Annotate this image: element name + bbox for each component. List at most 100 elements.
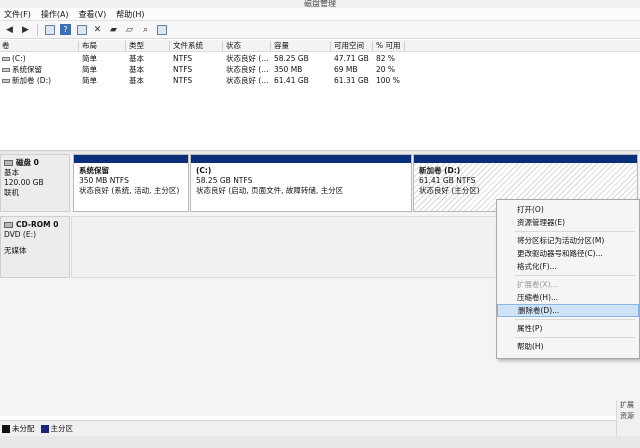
volume-pct-free: 100 % (376, 76, 400, 85)
menu-action[interactable]: 操作(A) (41, 9, 69, 20)
delete-icon[interactable]: ✕ (91, 23, 104, 36)
menu-item-format[interactable]: 格式化(F)... (497, 260, 639, 273)
open-icon[interactable]: ▱ (123, 23, 136, 36)
menu-item-extend-volume[interactable]: 扩展卷(X)... (497, 278, 639, 291)
volume-capacity: 61.41 GB (274, 76, 309, 85)
menu-item-help[interactable]: 帮助(H) (497, 340, 639, 353)
status-bar (0, 436, 640, 448)
volume-free: 61.31 GB (334, 76, 369, 85)
partition-size: 350 MB NTFS (79, 176, 129, 185)
actions-pane-peek: 扩展 资源 (616, 400, 640, 436)
menu-file[interactable]: 文件(F) (4, 9, 31, 20)
menu-item-delete-volume[interactable]: 删除卷(D)... (497, 304, 639, 317)
toolbar-separator (37, 23, 38, 36)
volume-icon (2, 79, 10, 83)
menu-separator (515, 319, 635, 320)
menu-item-open[interactable]: 打开(O) (497, 203, 639, 216)
menu-item-properties[interactable]: 属性(P) (497, 322, 639, 335)
col-capacity[interactable]: 容量 (274, 40, 289, 52)
col-pct-free[interactable]: % 可用 (376, 40, 401, 52)
cdrom-drive-letter: DVD (E:) (4, 230, 37, 239)
table-row[interactable]: 新加卷 (D:) 简单 基本 NTFS 状态良好 (... 61.41 GB 6… (0, 75, 640, 86)
partition-name: 系统保留 (79, 166, 109, 175)
col-volume[interactable]: 卷 (2, 40, 10, 52)
volume-status: 状态良好 (... (226, 54, 269, 63)
volume-table-header: 卷 布局 类型 文件系统 状态 容量 可用空间 % 可用 (0, 40, 640, 52)
menu-item-change-drive-letter[interactable]: 更改驱动器号和路径(C)... (497, 247, 639, 260)
partition-status: 状态良好 (主分区) (419, 186, 480, 195)
col-free[interactable]: 可用空间 (334, 40, 364, 52)
volume-filesystem: NTFS (173, 76, 193, 85)
volume-name: 系统保留 (2, 64, 42, 75)
table-row[interactable]: (C:) 简单 基本 NTFS 状态良好 (... 58.25 GB 47.71… (0, 53, 640, 64)
table-row[interactable]: 系统保留 简单 基本 NTFS 状态良好 (... 350 MB 69 MB 2… (0, 64, 640, 75)
disk-size: 120.00 GB (4, 178, 44, 187)
volume-filesystem: NTFS (173, 65, 193, 74)
volume-layout: 简单 (82, 54, 97, 63)
menu-separator (515, 337, 635, 338)
menu-item-explorer[interactable]: 资源管理器(E) (497, 216, 639, 229)
volume-name: (C:) (2, 53, 26, 64)
unallocated-swatch (2, 425, 10, 433)
partition-name: (C:) (196, 166, 212, 175)
volume-capacity: 350 MB (274, 65, 303, 74)
volume-status: 状态良好 (... (226, 76, 269, 85)
volume-status: 状态良好 (... (226, 65, 269, 74)
volume-type: 基本 (129, 65, 144, 74)
menu-separator (515, 275, 635, 276)
window-title: 磁盘管理 (0, 0, 640, 8)
menu-item-shrink-volume[interactable]: 压缩卷(H)... (497, 291, 639, 304)
folder-icon[interactable]: ▰ (107, 23, 120, 36)
menu-view[interactable]: 查看(V) (79, 9, 107, 20)
partition-status: 状态良好 (系统, 活动, 主分区) (79, 186, 180, 195)
actions-pane-line: 扩展 (620, 401, 634, 409)
partition-system-reserved[interactable]: 系统保留 350 MB NTFS 状态良好 (系统, 活动, 主分区) (73, 154, 189, 212)
console-tree-icon[interactable] (43, 23, 56, 36)
primary-partition-bar (414, 155, 637, 163)
volume-pct-free: 82 % (376, 54, 396, 63)
partition-size: 61.41 GB NTFS (419, 176, 476, 185)
partition-c[interactable]: (C:) 58.25 GB NTFS 状态良好 (启动, 页面文件, 故障转储,… (190, 154, 412, 212)
actions-pane-line: 资源 (620, 412, 634, 420)
volume-layout: 简单 (82, 76, 97, 85)
partition-status: 状态良好 (启动, 页面文件, 故障转储, 主分区 (196, 186, 344, 195)
primary-swatch (40, 425, 49, 433)
toolbar: ◀ ▶ ? ✕ ▰ ▱ ⌕ (0, 21, 640, 39)
volume-icon (2, 57, 10, 61)
menu-item-mark-active[interactable]: 将分区标记为活动分区(M) (497, 234, 639, 247)
col-layout[interactable]: 布局 (82, 40, 97, 52)
col-filesystem[interactable]: 文件系统 (173, 40, 203, 52)
search-icon[interactable]: ⌕ (139, 23, 152, 36)
menu-help[interactable]: 帮助(H) (116, 9, 144, 20)
volume-icon (2, 68, 10, 72)
volume-type: 基本 (129, 54, 144, 63)
disk-state: 联机 (4, 188, 19, 197)
col-type[interactable]: 类型 (129, 40, 144, 52)
volume-filesystem: NTFS (173, 54, 193, 63)
primary-partition-bar (191, 155, 411, 163)
partition-size: 58.25 GB NTFS (196, 176, 253, 185)
volume-free: 47.71 GB (334, 54, 369, 63)
partition-name: 新加卷 (D:) (419, 166, 461, 175)
context-menu: 打开(O) 资源管理器(E) 将分区标记为活动分区(M) 更改驱动器号和路径(C… (496, 199, 640, 359)
disk-0-label[interactable]: 磁盘 0 基本 120.00 GB 联机 (0, 154, 70, 212)
cdrom-0-label[interactable]: CD-ROM 0 DVD (E:) 无媒体 (0, 216, 70, 278)
disk-type: 基本 (4, 168, 19, 177)
view-icon[interactable] (155, 23, 168, 36)
forward-arrow-icon[interactable]: ▶ (19, 23, 32, 36)
help-icon[interactable]: ? (59, 23, 72, 36)
cdrom-media-status: 无媒体 (4, 246, 27, 255)
hard-disk-icon (4, 160, 13, 166)
cd-drive-icon (4, 222, 13, 228)
menu-bar: 文件(F) 操作(A) 查看(V) 帮助(H) (0, 8, 640, 21)
properties-icon[interactable] (75, 23, 88, 36)
legend-unallocated: 未分配 (2, 423, 35, 434)
disk-name: 磁盘 0 (16, 158, 39, 167)
back-arrow-icon[interactable]: ◀ (3, 23, 16, 36)
col-status[interactable]: 状态 (226, 40, 241, 52)
legend: 未分配 主分区 (0, 420, 640, 436)
legend-primary: 主分区 (40, 423, 73, 434)
volume-pct-free: 20 % (376, 65, 396, 74)
menu-separator (515, 231, 635, 232)
disk-name: CD-ROM 0 (16, 220, 59, 229)
